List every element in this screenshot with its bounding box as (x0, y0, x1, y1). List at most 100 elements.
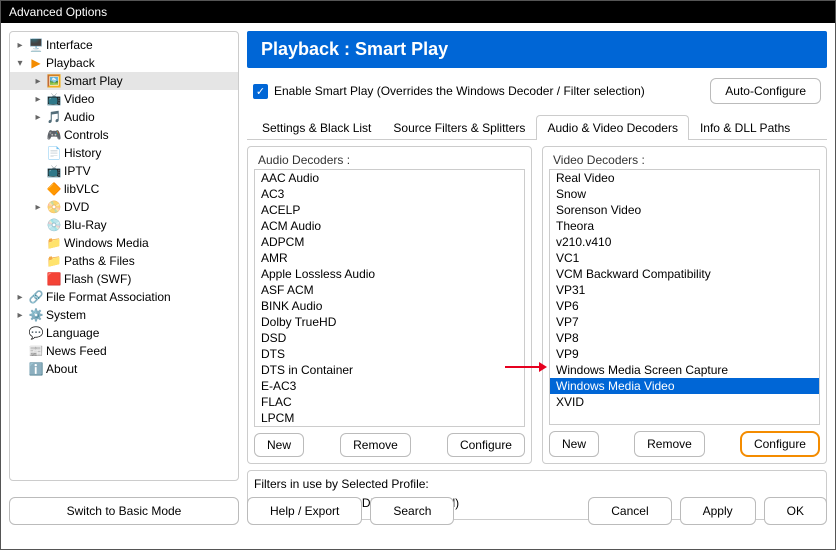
cancel-button[interactable]: Cancel (588, 497, 671, 525)
list-item[interactable]: BINK Audio (255, 298, 524, 314)
ok-button[interactable]: OK (764, 497, 827, 525)
list-item[interactable]: FLAC (255, 394, 524, 410)
apply-button[interactable]: Apply (680, 497, 756, 525)
search-button[interactable]: Search (370, 497, 454, 525)
audio-configure-button[interactable]: Configure (447, 433, 525, 457)
tree-item-system[interactable]: ▸⚙️System (10, 306, 238, 324)
tree-item-audio[interactable]: ▸🎵Audio (10, 108, 238, 126)
chevron-icon: ▾ (14, 58, 26, 69)
list-item[interactable]: AAC Audio (255, 170, 524, 186)
tree-item-interface[interactable]: ▸🖥️Interface (10, 36, 238, 54)
list-item[interactable]: Windows Media Screen Capture (550, 362, 819, 378)
tree-item-controls[interactable]: 🎮Controls (10, 126, 238, 144)
checkbox-checked-icon: ✓ (253, 84, 268, 99)
tree-icon: 💬 (28, 325, 44, 341)
list-item[interactable]: ADPCM (255, 234, 524, 250)
video-decoders-panel: Video Decoders : Real VideoSnowSorenson … (542, 146, 827, 464)
list-item[interactable]: VP31 (550, 282, 819, 298)
list-item[interactable]: VC1 (550, 250, 819, 266)
tree-item-label: Smart Play (64, 74, 123, 88)
list-item[interactable]: VP9 (550, 346, 819, 362)
auto-configure-button[interactable]: Auto-Configure (710, 78, 821, 104)
list-item[interactable]: XVID (550, 394, 819, 410)
tree-item-blu-ray[interactable]: 💿Blu-Ray (10, 216, 238, 234)
list-item[interactable]: AMR (255, 250, 524, 266)
tree-item-flash-swf-[interactable]: 🟥Flash (SWF) (10, 270, 238, 288)
list-item[interactable]: VP7 (550, 314, 819, 330)
tree-icon: 📁 (46, 253, 62, 269)
tree-item-paths-files[interactable]: 📁Paths & Files (10, 252, 238, 270)
audio-new-button[interactable]: New (254, 433, 304, 457)
list-item[interactable]: VCM Backward Compatibility (550, 266, 819, 282)
tab-info-dll-paths[interactable]: Info & DLL Paths (689, 115, 801, 140)
video-new-button[interactable]: New (549, 431, 599, 457)
list-item[interactable]: Apple Lossless Audio (255, 266, 524, 282)
tab-settings-black-list[interactable]: Settings & Black List (251, 115, 382, 140)
video-remove-button[interactable]: Remove (634, 431, 705, 457)
list-item[interactable]: Real Video (550, 170, 819, 186)
audio-remove-button[interactable]: Remove (340, 433, 411, 457)
list-item[interactable]: DTS (255, 346, 524, 362)
tree-item-label: File Format Association (46, 290, 171, 304)
video-configure-button[interactable]: Configure (740, 431, 820, 457)
list-item[interactable]: v210.v410 (550, 234, 819, 250)
tree-item-iptv[interactable]: 📺IPTV (10, 162, 238, 180)
tree-item-label: IPTV (64, 164, 91, 178)
tree-item-label: Blu-Ray (64, 218, 107, 232)
tree-icon: 📀 (46, 199, 62, 215)
list-item[interactable]: AC3 (255, 186, 524, 202)
tree-item-file-format-association[interactable]: ▸🔗File Format Association (10, 288, 238, 306)
page-title: Playback : Smart Play (247, 31, 827, 68)
switch-to-basic-mode-button[interactable]: Switch to Basic Mode (9, 497, 239, 525)
list-item[interactable]: Sorenson Video (550, 202, 819, 218)
tree-item-label: Interface (46, 38, 93, 52)
tree-item-about[interactable]: ℹ️About (10, 360, 238, 378)
tree-item-label: DVD (64, 200, 89, 214)
tree-item-language[interactable]: 💬Language (10, 324, 238, 342)
tree-item-playback[interactable]: ▾▶Playback (10, 54, 238, 72)
list-item[interactable]: VP6 (550, 298, 819, 314)
list-item[interactable]: ASF ACM (255, 282, 524, 298)
tree-item-windows-media[interactable]: 📁Windows Media (10, 234, 238, 252)
list-item[interactable]: Dolby TrueHD (255, 314, 524, 330)
list-item[interactable]: DTS in Container (255, 362, 524, 378)
tree-item-news-feed[interactable]: 📰News Feed (10, 342, 238, 360)
tree-icon: 🖥️ (28, 37, 44, 53)
tree-icon: 🟥 (46, 271, 62, 287)
tree-item-label: About (46, 362, 77, 376)
tree-item-libvlc[interactable]: 🔶libVLC (10, 180, 238, 198)
chevron-icon: ▸ (14, 292, 26, 303)
tree-item-label: Video (64, 92, 94, 106)
tree-item-dvd[interactable]: ▸📀DVD (10, 198, 238, 216)
list-item[interactable]: ACELP (255, 202, 524, 218)
list-item[interactable]: Windows Media Video (550, 378, 819, 394)
list-item[interactable]: ACM Audio (255, 218, 524, 234)
tree-item-label: News Feed (46, 344, 107, 358)
video-decoders-list[interactable]: Real VideoSnowSorenson VideoTheorav210.v… (549, 169, 820, 425)
audio-decoders-title: Audio Decoders : (254, 153, 525, 167)
tree-item-history[interactable]: 📄History (10, 144, 238, 162)
tree-icon: 📺 (46, 91, 62, 107)
tree-item-label: System (46, 308, 86, 322)
tree-icon: 🎵 (46, 109, 62, 125)
list-item[interactable]: LPCM (255, 410, 524, 426)
window-titlebar: Advanced Options (1, 1, 835, 23)
list-item[interactable]: Snow (550, 186, 819, 202)
list-item[interactable]: E-AC3 (255, 378, 524, 394)
tree-icon: 📺 (46, 163, 62, 179)
tree-icon: 🔗 (28, 289, 44, 305)
tree-item-video[interactable]: ▸📺Video (10, 90, 238, 108)
enable-smart-play-checkbox[interactable]: ✓ Enable Smart Play (Overrides the Windo… (253, 84, 645, 99)
list-item[interactable]: DSD (255, 330, 524, 346)
tree-icon: 📁 (46, 235, 62, 251)
audio-decoders-list[interactable]: AAC AudioAC3ACELPACM AudioADPCMAMRApple … (254, 169, 525, 427)
list-item[interactable]: Theora (550, 218, 819, 234)
tab-bar: Settings & Black ListSource Filters & Sp… (247, 114, 827, 140)
help-export-button[interactable]: Help / Export (247, 497, 362, 525)
video-decoders-title: Video Decoders : (549, 153, 820, 167)
tab-source-filters-splitters[interactable]: Source Filters & Splitters (382, 115, 536, 140)
tree-item-smart-play[interactable]: ▸🖼️Smart Play (10, 72, 238, 90)
tab-audio-video-decoders[interactable]: Audio & Video Decoders (536, 115, 689, 140)
list-item[interactable]: VP8 (550, 330, 819, 346)
filters-in-use-title: Filters in use by Selected Profile: (254, 477, 820, 491)
